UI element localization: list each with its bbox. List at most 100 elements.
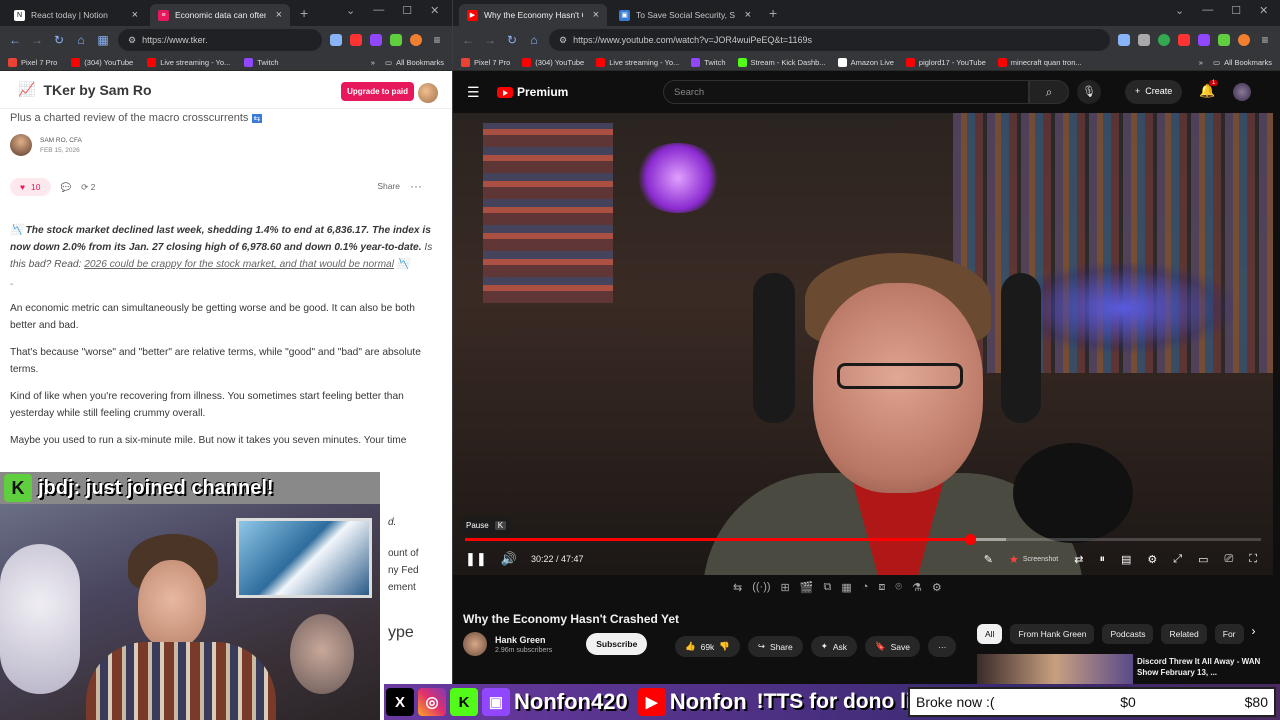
extension-icon[interactable] <box>1118 34 1130 46</box>
close-icon[interactable]: × <box>593 9 599 21</box>
crop-icon[interactable]: ⧉ <box>823 581 831 594</box>
reload-icon[interactable]: ↻ <box>52 33 66 47</box>
flask-icon[interactable] <box>1218 34 1230 46</box>
twitch-ext-icon[interactable] <box>370 34 382 46</box>
tab-substack[interactable]: ≡ Economic data can often be × <box>150 4 290 26</box>
recommended-thumbnail[interactable] <box>977 654 1133 684</box>
youtube-ext-icon[interactable] <box>1178 34 1190 46</box>
address-bar[interactable]: ⚙ https://www.tker. <box>118 29 322 51</box>
new-tab-button[interactable]: + <box>294 5 314 21</box>
voice-search-button[interactable]: 🎙 <box>1077 80 1101 104</box>
bookmark-item[interactable]: Pixel 7 Pro <box>461 57 510 67</box>
flask-icon[interactable]: ⚗ <box>912 581 922 594</box>
close-icon[interactable]: × <box>276 9 282 21</box>
bookmark-item[interactable]: Live streaming - Yo... <box>147 57 230 67</box>
more-icon[interactable]: ··· <box>410 179 422 193</box>
like-button[interactable]: ♥ 10 <box>10 178 51 196</box>
home-icon[interactable]: ⌂ <box>527 33 541 47</box>
avatar[interactable] <box>1233 83 1251 101</box>
extension-icon[interactable] <box>1138 34 1150 46</box>
all-bookmarks[interactable]: » ▭ All Bookmarks <box>1199 54 1272 71</box>
tab-youtube[interactable]: ▶ Why the Economy Hasn't C × <box>459 4 607 26</box>
recommended-title[interactable]: Discord Threw It All Away - WAN Show Feb… <box>1137 656 1263 678</box>
repeat-icon[interactable]: ⇆ <box>733 581 742 594</box>
pip-icon[interactable]: ⧈ <box>878 581 885 594</box>
profile-icon[interactable] <box>410 34 422 46</box>
hamburger-icon[interactable]: ☰ <box>467 84 487 101</box>
grid-icon[interactable]: ▦ <box>841 581 851 594</box>
back-icon[interactable]: ← <box>461 33 475 47</box>
search-input[interactable]: Search <box>663 80 1029 104</box>
share-button[interactable]: Share <box>377 181 400 191</box>
speed-icon[interactable]: ◔ <box>862 581 869 594</box>
ask-button[interactable]: ✦ Ask <box>810 636 858 657</box>
close-icon[interactable]: × <box>132 9 138 21</box>
channel-avatar[interactable] <box>463 632 487 656</box>
author-name[interactable]: SAM RO, CFA <box>40 137 82 144</box>
maximize-icon[interactable]: ☐ <box>1231 4 1241 17</box>
channel-name[interactable]: Hank Green <box>495 635 552 645</box>
site-info-icon[interactable]: ⚙ <box>128 35 136 46</box>
fullscreen-icon[interactable]: ⛶ <box>1249 553 1257 566</box>
tab-notion[interactable]: N React today | Notion × <box>6 4 146 26</box>
subscribe-button[interactable]: Subscribe <box>586 633 648 655</box>
youtube-ext-icon[interactable] <box>350 34 362 46</box>
settings-icon[interactable]: ⚙ <box>1147 553 1157 566</box>
back-icon[interactable]: ← <box>8 33 22 47</box>
minimize-icon[interactable]: — <box>373 4 384 17</box>
tab-search-icon[interactable]: ⌄ <box>346 4 355 17</box>
forward-icon[interactable]: → <box>483 33 497 47</box>
profile-icon[interactable] <box>1238 34 1250 46</box>
chip-for-you[interactable]: For <box>1214 624 1244 644</box>
chip-related[interactable]: Related <box>1161 624 1207 644</box>
bookmark-item[interactable]: Pixel 7 Pro <box>8 57 57 67</box>
filter-icon[interactable]: ⊞ <box>781 581 790 594</box>
menu-icon[interactable]: ≡ <box>1258 33 1272 47</box>
extensions-icon[interactable]: ▦ <box>96 33 110 47</box>
bookmark-item[interactable]: Twitch <box>691 57 726 67</box>
clapper-icon[interactable]: 🎬 <box>800 581 814 594</box>
tab-article[interactable]: ▣ To Save Social Security, Stop S × <box>611 4 759 26</box>
tab-search-icon[interactable]: ⌄ <box>1175 4 1184 17</box>
menu-icon[interactable]: ≡ <box>430 33 444 47</box>
bookmark-item[interactable]: Twitch <box>244 57 279 67</box>
bookmark-item[interactable]: piglord17 - YouTube <box>905 57 986 67</box>
chip-all[interactable]: All <box>977 624 1003 644</box>
thumbs-down-icon[interactable]: 👎 <box>719 641 730 652</box>
reload-icon[interactable]: ↻ <box>505 33 519 47</box>
close-window-icon[interactable]: ✕ <box>430 4 439 17</box>
twitch-ext-icon[interactable] <box>1198 34 1210 46</box>
forward-icon[interactable]: → <box>30 33 44 47</box>
more-actions-button[interactable]: ··· <box>927 636 957 657</box>
address-bar[interactable]: ⚙ https://www.youtube.com/watch?v=JOR4wu… <box>549 29 1110 51</box>
audio-icon[interactable]: ((·)) <box>752 581 770 594</box>
chevron-right-icon[interactable]: › <box>1252 624 1256 644</box>
bookmark-item[interactable]: Stream - Kick Dashb... <box>737 57 826 67</box>
publication-title[interactable]: 📈 TKer by Sam Ro <box>18 81 152 98</box>
progress-bar[interactable] <box>465 534 1261 545</box>
close-window-icon[interactable]: ✕ <box>1259 4 1268 17</box>
grammar-ext-icon[interactable] <box>1158 34 1170 46</box>
bookmark-item[interactable]: (304) YouTube <box>522 57 584 67</box>
video-player[interactable]: Pause K ❚❚ 🔊 30:22 / 47:47 ✎ ★ Screenshot … <box>453 113 1273 575</box>
bookmark-item[interactable]: Amazon Live <box>837 57 894 67</box>
save-button[interactable]: 🔖 Save <box>865 636 920 657</box>
restack-button[interactable]: ⟳ 2 <box>81 182 95 193</box>
new-tab-button[interactable]: + <box>763 5 783 21</box>
minimize-icon[interactable]: — <box>1202 4 1213 17</box>
bookmark-item[interactable]: (304) YouTube <box>71 57 133 67</box>
close-icon[interactable]: × <box>745 9 751 21</box>
screenshot-button[interactable]: ★ Screenshot <box>1009 553 1058 566</box>
bookmark-item[interactable]: minecraft quan tron... <box>997 57 1082 67</box>
loop-icon[interactable]: ⇄ <box>1074 553 1083 566</box>
youtube-logo[interactable]: Premium <box>497 85 568 99</box>
site-info-icon[interactable]: ⚙ <box>559 35 567 46</box>
miniplayer-icon[interactable]: ⤢ <box>1173 553 1182 566</box>
maximize-icon[interactable]: ☐ <box>402 4 412 17</box>
comment-icon[interactable]: 💬 <box>61 182 72 193</box>
create-button[interactable]: + Create <box>1125 80 1183 104</box>
pause-circle-icon[interactable]: ⏸ <box>1099 553 1105 566</box>
all-bookmarks[interactable]: » ▭ All Bookmarks <box>371 54 444 71</box>
theater-icon[interactable]: ▭ <box>1198 553 1208 566</box>
like-button[interactable]: 👍 69k 👎 <box>675 636 740 657</box>
